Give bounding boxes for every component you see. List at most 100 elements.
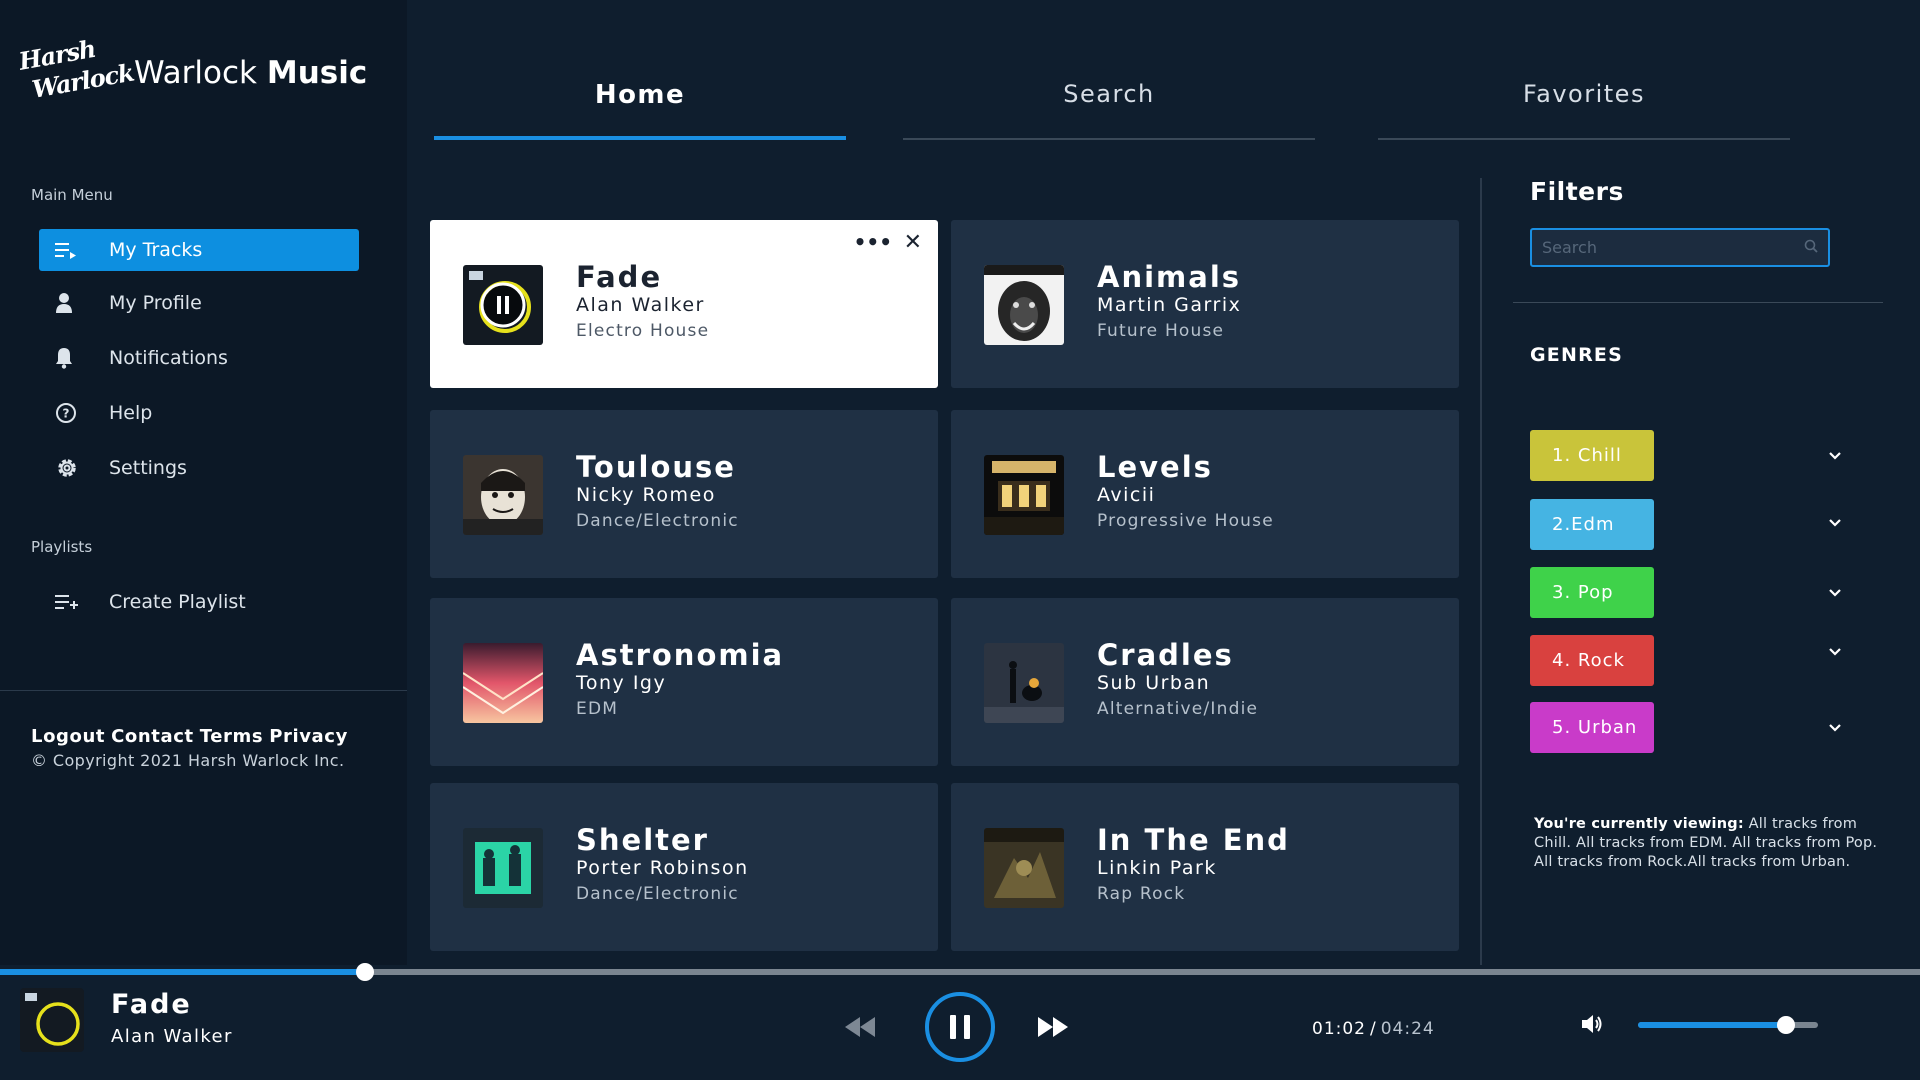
genre-chip-label: 3. Pop bbox=[1552, 582, 1614, 603]
more-options-icon[interactable]: ••• bbox=[854, 230, 892, 254]
tab-label: Search bbox=[1063, 80, 1155, 108]
track-genre: Dance/Electronic bbox=[576, 884, 739, 904]
playlists-label: Playlists bbox=[31, 538, 93, 556]
track-card-animals[interactable]: Animals Martin Garrix Future House bbox=[951, 220, 1459, 388]
tab-underline bbox=[903, 138, 1315, 140]
chevron-down-icon[interactable] bbox=[1826, 586, 1844, 600]
brand-logo: Harsh Warlock bbox=[17, 30, 136, 116]
sidebar-item-notifications[interactable]: Notifications bbox=[39, 337, 359, 379]
brand[interactable]: Harsh Warlock Warlock Music bbox=[17, 34, 368, 108]
album-art-shelter bbox=[463, 828, 543, 908]
tab-home[interactable]: Home bbox=[434, 80, 846, 140]
track-title: Levels bbox=[1097, 450, 1213, 484]
filter-search-box bbox=[1530, 228, 1830, 267]
sidebar-item-settings[interactable]: Settings bbox=[39, 447, 359, 489]
brand-name: Warlock Music bbox=[134, 55, 367, 91]
volume-icon[interactable] bbox=[1580, 1012, 1606, 1036]
sidebar-item-label: My Profile bbox=[109, 292, 202, 314]
svg-text:?: ? bbox=[63, 407, 70, 421]
track-card-in-the-end[interactable]: In The End Linkin Park Rap Rock bbox=[951, 783, 1459, 951]
search-icon[interactable] bbox=[1804, 238, 1818, 257]
sidebar-item-label: My Tracks bbox=[109, 239, 203, 261]
genre-chip-chill[interactable]: 1. Chill bbox=[1530, 430, 1654, 481]
viewing-label: You're currently viewing: bbox=[1534, 816, 1744, 832]
chevron-down-icon[interactable] bbox=[1826, 449, 1844, 463]
playlist-add-icon bbox=[55, 590, 85, 614]
track-artist: Porter Robinson bbox=[576, 857, 749, 879]
chevron-down-icon[interactable] bbox=[1826, 516, 1844, 530]
fast-forward-icon[interactable] bbox=[1036, 1014, 1070, 1040]
terms-link[interactable]: Terms bbox=[200, 726, 263, 747]
track-genre: Dance/Electronic bbox=[576, 511, 739, 531]
track-artist: Linkin Park bbox=[1097, 857, 1217, 879]
playlist-icon bbox=[55, 238, 85, 262]
now-playing-artist: Alan Walker bbox=[111, 1026, 233, 1047]
track-artist: Avicii bbox=[1097, 484, 1156, 506]
chevron-down-icon[interactable] bbox=[1826, 721, 1844, 735]
track-card-astronomia[interactable]: Astronomia Tony Igy EDM bbox=[430, 598, 938, 766]
progress-handle[interactable] bbox=[355, 963, 374, 981]
track-artist: Tony Igy bbox=[576, 672, 667, 694]
sidebar-item-help[interactable]: ? Help bbox=[39, 392, 359, 434]
sidebar-divider bbox=[0, 690, 407, 691]
sidebar-item-label: Help bbox=[109, 402, 153, 424]
help-icon: ? bbox=[55, 401, 85, 425]
tab-favorites[interactable]: Favorites bbox=[1378, 80, 1790, 140]
sidebar-item-my-tracks[interactable]: My Tracks bbox=[39, 229, 359, 271]
sidebar-item-label: Settings bbox=[109, 457, 187, 479]
volume-handle[interactable] bbox=[1776, 1016, 1795, 1034]
track-genre: Progressive House bbox=[1097, 511, 1274, 531]
filters-title: Filters bbox=[1530, 177, 1624, 206]
track-card-toulouse[interactable]: Toulouse Nicky Romeo Dance/Electronic bbox=[430, 410, 938, 578]
sidebar-item-my-profile[interactable]: My Profile bbox=[39, 282, 359, 324]
genre-chip-urban[interactable]: 5. Urban bbox=[1530, 702, 1654, 753]
genre-chip-label: 1. Chill bbox=[1552, 445, 1622, 466]
gear-icon bbox=[55, 456, 85, 480]
genre-chip-rock[interactable]: 4. Rock bbox=[1530, 635, 1654, 686]
footer-links: Logout Contact Terms Privacy bbox=[31, 726, 354, 747]
track-genre: Rap Rock bbox=[1097, 884, 1186, 904]
track-title: Fade bbox=[576, 260, 663, 294]
chevron-down-icon[interactable] bbox=[1826, 645, 1844, 659]
tab-label: Home bbox=[594, 80, 686, 110]
rewind-icon[interactable] bbox=[843, 1014, 877, 1040]
genre-chip-pop[interactable]: 3. Pop bbox=[1530, 567, 1654, 618]
tab-indicator bbox=[434, 136, 846, 140]
time-separator: / bbox=[1370, 1019, 1377, 1039]
current-filter-summary: You're currently viewing: All tracks fro… bbox=[1534, 815, 1879, 872]
tab-search[interactable]: Search bbox=[903, 80, 1315, 140]
pause-button[interactable] bbox=[923, 990, 997, 1064]
sidebar-item-label: Notifications bbox=[109, 347, 228, 369]
brand-name-regular: Warlock bbox=[134, 55, 257, 91]
track-genre: EDM bbox=[576, 699, 619, 719]
current-time: 01:02 bbox=[1312, 1019, 1366, 1039]
track-title: Astronomia bbox=[576, 638, 785, 672]
create-playlist-button[interactable]: Create Playlist bbox=[39, 581, 359, 623]
genre-chip-label: 5. Urban bbox=[1552, 717, 1638, 738]
tab-underline bbox=[1378, 138, 1790, 140]
tab-label: Favorites bbox=[1523, 80, 1645, 108]
logout-link[interactable]: Logout bbox=[31, 726, 105, 747]
volume-fill bbox=[1638, 1022, 1786, 1028]
contact-link[interactable]: Contact bbox=[111, 726, 194, 747]
album-art-in-the-end bbox=[984, 828, 1064, 908]
track-card-cradles[interactable]: Cradles Sub Urban Alternative/Indie bbox=[951, 598, 1459, 766]
track-card-fade[interactable]: Fade Alan Walker Electro House ••• ✕ bbox=[430, 220, 938, 388]
copyright: © Copyright 2021 Harsh Warlock Inc. bbox=[31, 751, 345, 770]
filters-divider bbox=[1513, 302, 1883, 303]
album-art-toulouse bbox=[463, 455, 543, 535]
filter-search-input[interactable] bbox=[1542, 238, 1804, 257]
privacy-link[interactable]: Privacy bbox=[269, 726, 348, 747]
album-art-animals bbox=[984, 265, 1064, 345]
close-icon[interactable]: ✕ bbox=[904, 230, 922, 255]
track-title: In The End bbox=[1097, 823, 1290, 857]
track-title: Cradles bbox=[1097, 638, 1234, 672]
album-art-levels bbox=[984, 455, 1064, 535]
content-divider bbox=[1480, 178, 1482, 968]
user-icon bbox=[55, 291, 85, 315]
track-genre: Electro House bbox=[576, 321, 710, 341]
track-card-levels[interactable]: Levels Avicii Progressive House bbox=[951, 410, 1459, 578]
genre-chip-edm[interactable]: 2.Edm bbox=[1530, 499, 1654, 550]
track-artist: Sub Urban bbox=[1097, 672, 1211, 694]
track-card-shelter[interactable]: Shelter Porter Robinson Dance/Electronic bbox=[430, 783, 938, 951]
